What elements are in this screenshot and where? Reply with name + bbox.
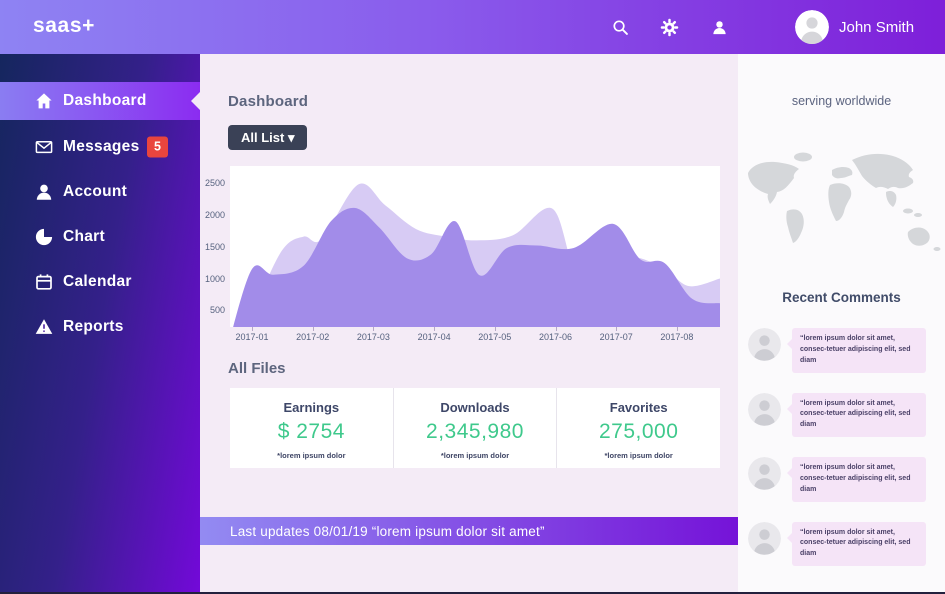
stat-label: Downloads bbox=[394, 400, 557, 415]
x-axis-tick-label: 2017-03 bbox=[350, 332, 396, 342]
sidebar-item-label: Chart bbox=[63, 228, 105, 246]
x-axis-tick-label: 2017-07 bbox=[593, 332, 639, 342]
x-axis-tick bbox=[252, 327, 253, 331]
home-icon bbox=[34, 91, 54, 111]
sidebar-item-label: Calendar bbox=[63, 273, 132, 291]
top-bar: saas+ bbox=[0, 0, 945, 54]
stat-label: Earnings bbox=[230, 400, 393, 415]
x-axis-tick-label: 2017-05 bbox=[472, 332, 518, 342]
page-title: Dashboard bbox=[228, 93, 308, 110]
comment-item: “lorem ipsum dolor sit amet, consec-tetu… bbox=[748, 393, 945, 438]
sidebar-item-messages[interactable]: Messages 5 bbox=[0, 124, 200, 169]
comment-item: “lorem ipsum dolor sit amet, consec-tetu… bbox=[748, 328, 945, 373]
comments-section-title: Recent Comments bbox=[738, 290, 945, 305]
mail-icon bbox=[34, 137, 54, 157]
commenter-avatar bbox=[748, 522, 781, 555]
main-content: Dashboard All List ▾ All Files Earnings … bbox=[200, 54, 738, 594]
unread-count-badge: 5 bbox=[147, 136, 168, 157]
x-axis-tick-label: 2017-01 bbox=[229, 332, 275, 342]
x-axis-tick bbox=[373, 327, 374, 331]
x-axis-tick bbox=[495, 327, 496, 331]
stats-card: Earnings $ 2754 *lorem ipsum dolor Downl… bbox=[230, 388, 720, 468]
stat-note: *lorem ipsum dolor bbox=[230, 451, 393, 460]
last-updates-banner: Last updates 08/01/19 “lorem ipsum dolor… bbox=[200, 517, 738, 545]
stat-label: Favorites bbox=[557, 400, 720, 415]
x-axis-tick bbox=[616, 327, 617, 331]
user-name: John Smith bbox=[839, 19, 914, 36]
x-axis-tick bbox=[677, 327, 678, 331]
sidebar-item-chart[interactable]: Chart bbox=[0, 214, 200, 259]
sidebar-item-reports[interactable]: Reports bbox=[0, 304, 200, 349]
comment-bubble: “lorem ipsum dolor sit amet, consec-tetu… bbox=[792, 522, 926, 567]
app-window: saas+ bbox=[0, 0, 945, 594]
sidebar-item-calendar[interactable]: Calendar bbox=[0, 259, 200, 304]
sidebar-item-account[interactable]: Account bbox=[0, 169, 200, 214]
stat-downloads: Downloads 2,345,980 *lorem ipsum dolor bbox=[393, 388, 557, 468]
sidebar-nav: Dashboard Messages 5 Account Chart Cal bbox=[0, 54, 200, 594]
world-map bbox=[740, 148, 945, 260]
user-avatar[interactable] bbox=[795, 10, 829, 44]
all-list-dropdown[interactable]: All List ▾ bbox=[228, 125, 307, 150]
comment-bubble: “lorem ipsum dolor sit amet, consec-tetu… bbox=[792, 328, 926, 373]
search-icon[interactable] bbox=[612, 19, 629, 36]
user-icon[interactable] bbox=[711, 19, 728, 36]
x-axis-tick-label: 2017-02 bbox=[290, 332, 336, 342]
x-axis-tick-label: 2017-06 bbox=[533, 332, 579, 342]
sidebar-item-label: Account bbox=[63, 183, 127, 201]
comment-item: “lorem ipsum dolor sit amet, consec-tetu… bbox=[748, 522, 945, 567]
comment-bubble: “lorem ipsum dolor sit amet, consec-tetu… bbox=[792, 393, 926, 438]
y-axis-tick-label: 1500 bbox=[200, 241, 225, 253]
commenter-avatar bbox=[748, 328, 781, 361]
stat-favorites: Favorites 275,000 *lorem ipsum dolor bbox=[556, 388, 720, 468]
commenter-avatar bbox=[748, 457, 781, 490]
user-icon bbox=[34, 182, 54, 202]
y-axis-tick-label: 1000 bbox=[200, 273, 225, 285]
sidebar-item-label: Dashboard bbox=[63, 92, 147, 110]
pie-chart-icon bbox=[34, 227, 54, 247]
comment-item: “lorem ipsum dolor sit amet, consec-tetu… bbox=[748, 457, 945, 502]
stat-note: *lorem ipsum dolor bbox=[557, 451, 720, 460]
stat-value: 2,345,980 bbox=[394, 420, 557, 444]
x-axis-tick-label: 2017-08 bbox=[654, 332, 700, 342]
stat-note: *lorem ipsum dolor bbox=[394, 451, 557, 460]
sidebar-item-label: Messages bbox=[63, 138, 140, 156]
x-axis-tick bbox=[313, 327, 314, 331]
y-axis-tick-label: 500 bbox=[200, 304, 225, 316]
tagline: serving worldwide bbox=[738, 94, 945, 108]
stat-earnings: Earnings $ 2754 *lorem ipsum dolor bbox=[230, 388, 393, 468]
files-section-title: All Files bbox=[228, 360, 286, 377]
alert-icon bbox=[34, 317, 54, 337]
app-logo: saas+ bbox=[33, 14, 95, 38]
x-axis-tick bbox=[556, 327, 557, 331]
y-axis-tick-label: 2000 bbox=[200, 209, 225, 221]
traffic-area-chart bbox=[230, 166, 720, 327]
sidebar-item-dashboard[interactable]: Dashboard bbox=[0, 82, 200, 120]
stat-value: $ 2754 bbox=[230, 420, 393, 444]
comments-list: “lorem ipsum dolor sit amet, consec-tetu… bbox=[738, 328, 945, 586]
stat-value: 275,000 bbox=[557, 420, 720, 444]
area-chart-canvas bbox=[230, 166, 720, 327]
sidebar-item-label: Reports bbox=[63, 318, 124, 336]
x-axis-tick bbox=[434, 327, 435, 331]
x-axis-tick-label: 2017-04 bbox=[411, 332, 457, 342]
commenter-avatar bbox=[748, 393, 781, 426]
right-panel: serving worldwide Recent Comments bbox=[738, 54, 945, 594]
y-axis-tick-label: 2500 bbox=[200, 177, 225, 189]
comment-bubble: “lorem ipsum dolor sit amet, consec-tetu… bbox=[792, 457, 926, 502]
settings-gear-icon[interactable] bbox=[660, 18, 679, 37]
calendar-icon bbox=[34, 272, 54, 292]
